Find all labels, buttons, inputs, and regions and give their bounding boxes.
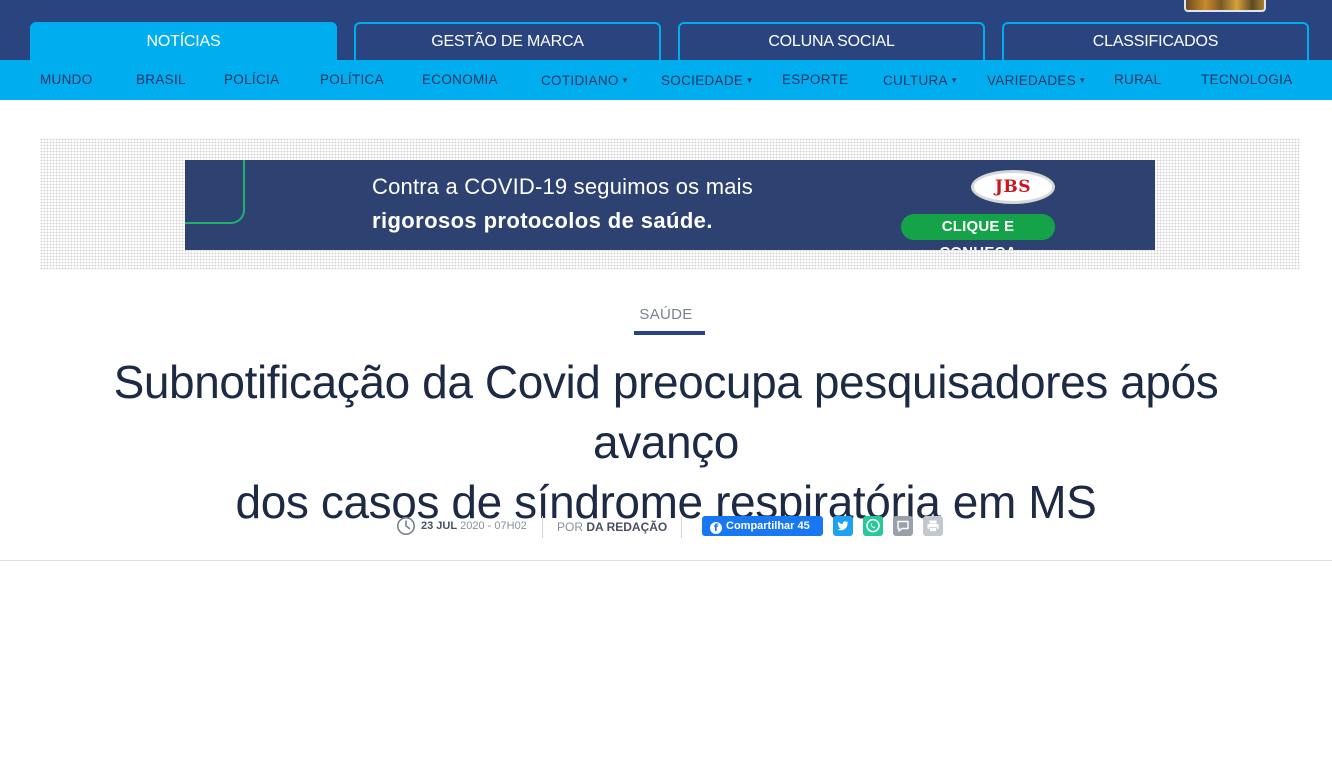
twitter-icon <box>837 521 849 531</box>
ad-headline: Contra a COVID-19 seguimos os mais <box>372 174 753 199</box>
top-header: NOTÍCIAS GESTÃO DE MARCA COLUNA SOCIAL C… <box>0 0 1332 60</box>
divider <box>542 516 543 538</box>
comment-icon <box>897 520 909 532</box>
tab-gestao-de-marca[interactable]: GESTÃO DE MARCA <box>354 22 661 60</box>
ad-cta-button[interactable]: CLIQUE E CONHEÇA <box>901 214 1055 250</box>
print-icon <box>927 520 939 532</box>
print-button[interactable] <box>923 516 943 536</box>
ad-headline-bold: rigorosos protocolos de saúde. <box>372 208 713 233</box>
nav-item-politica[interactable]: POLÍTICA <box>320 60 384 100</box>
nav-item-variedades[interactable]: VARIEDADES ▾ <box>987 60 1085 100</box>
twitter-share-button[interactable] <box>833 516 853 536</box>
header-thumbnail[interactable] <box>1184 0 1266 12</box>
article-meta: 23 JUL 2020 - 07H02 POR DA REDAÇÃO f Comp… <box>0 512 1332 542</box>
ad-banner[interactable]: Contra a COVID-19 seguimos os mais rigor… <box>185 160 1155 250</box>
tab-noticias[interactable]: NOTÍCIAS <box>30 22 337 60</box>
byline: POR DA REDAÇÃO <box>557 520 668 534</box>
nav-item-cultura[interactable]: CULTURA ▾ <box>883 60 957 100</box>
nav-item-mundo[interactable]: MUNDO <box>40 60 93 100</box>
facebook-icon: f <box>710 522 722 534</box>
content-divider <box>0 560 1332 561</box>
comment-button[interactable] <box>893 516 913 536</box>
nav-item-brasil[interactable]: BRASIL <box>136 60 186 100</box>
nav-item-sociedade[interactable]: SOCIEDADE ▾ <box>661 60 752 100</box>
chevron-down-icon: ▾ <box>747 75 753 85</box>
chevron-down-icon: ▾ <box>1080 75 1085 85</box>
tab-classificados[interactable]: CLASSIFICADOS <box>1002 22 1309 60</box>
chevron-down-icon: ▾ <box>622 75 628 85</box>
whatsapp-share-button[interactable] <box>863 516 883 536</box>
nav-item-esporte[interactable]: ESPORTE <box>782 60 848 100</box>
tab-coluna-social[interactable]: COLUNA SOCIAL <box>678 22 985 60</box>
nav-item-policia[interactable]: POLÍCIA <box>224 60 279 100</box>
clock-icon <box>397 517 415 535</box>
nav-item-economia[interactable]: ECONOMIA <box>422 60 498 100</box>
publish-date: 23 JUL 2020 - 07H02 <box>421 520 527 532</box>
nav-item-cotidiano[interactable]: COTIDIANO ▾ <box>541 60 628 100</box>
article-category[interactable]: SAÚDE <box>0 306 1332 323</box>
chevron-down-icon: ▾ <box>951 75 957 85</box>
article-title: Subnotificação da Covid preocupa pesquis… <box>113 356 1219 528</box>
category-underline <box>634 331 705 335</box>
nav-item-rural[interactable]: RURAL <box>1114 60 1161 100</box>
divider <box>681 516 682 538</box>
section-nav: MUNDO BRASIL POLÍCIA POLÍTICA ECONOMIA C… <box>0 60 1332 100</box>
whatsapp-icon <box>866 518 880 533</box>
banner-decoration <box>185 160 245 224</box>
jbs-logo: JBS <box>971 170 1055 204</box>
facebook-share-button[interactable]: f Compartilhar 45 <box>702 516 823 536</box>
nav-item-tecnologia[interactable]: TECNOLOGIA <box>1201 60 1293 100</box>
